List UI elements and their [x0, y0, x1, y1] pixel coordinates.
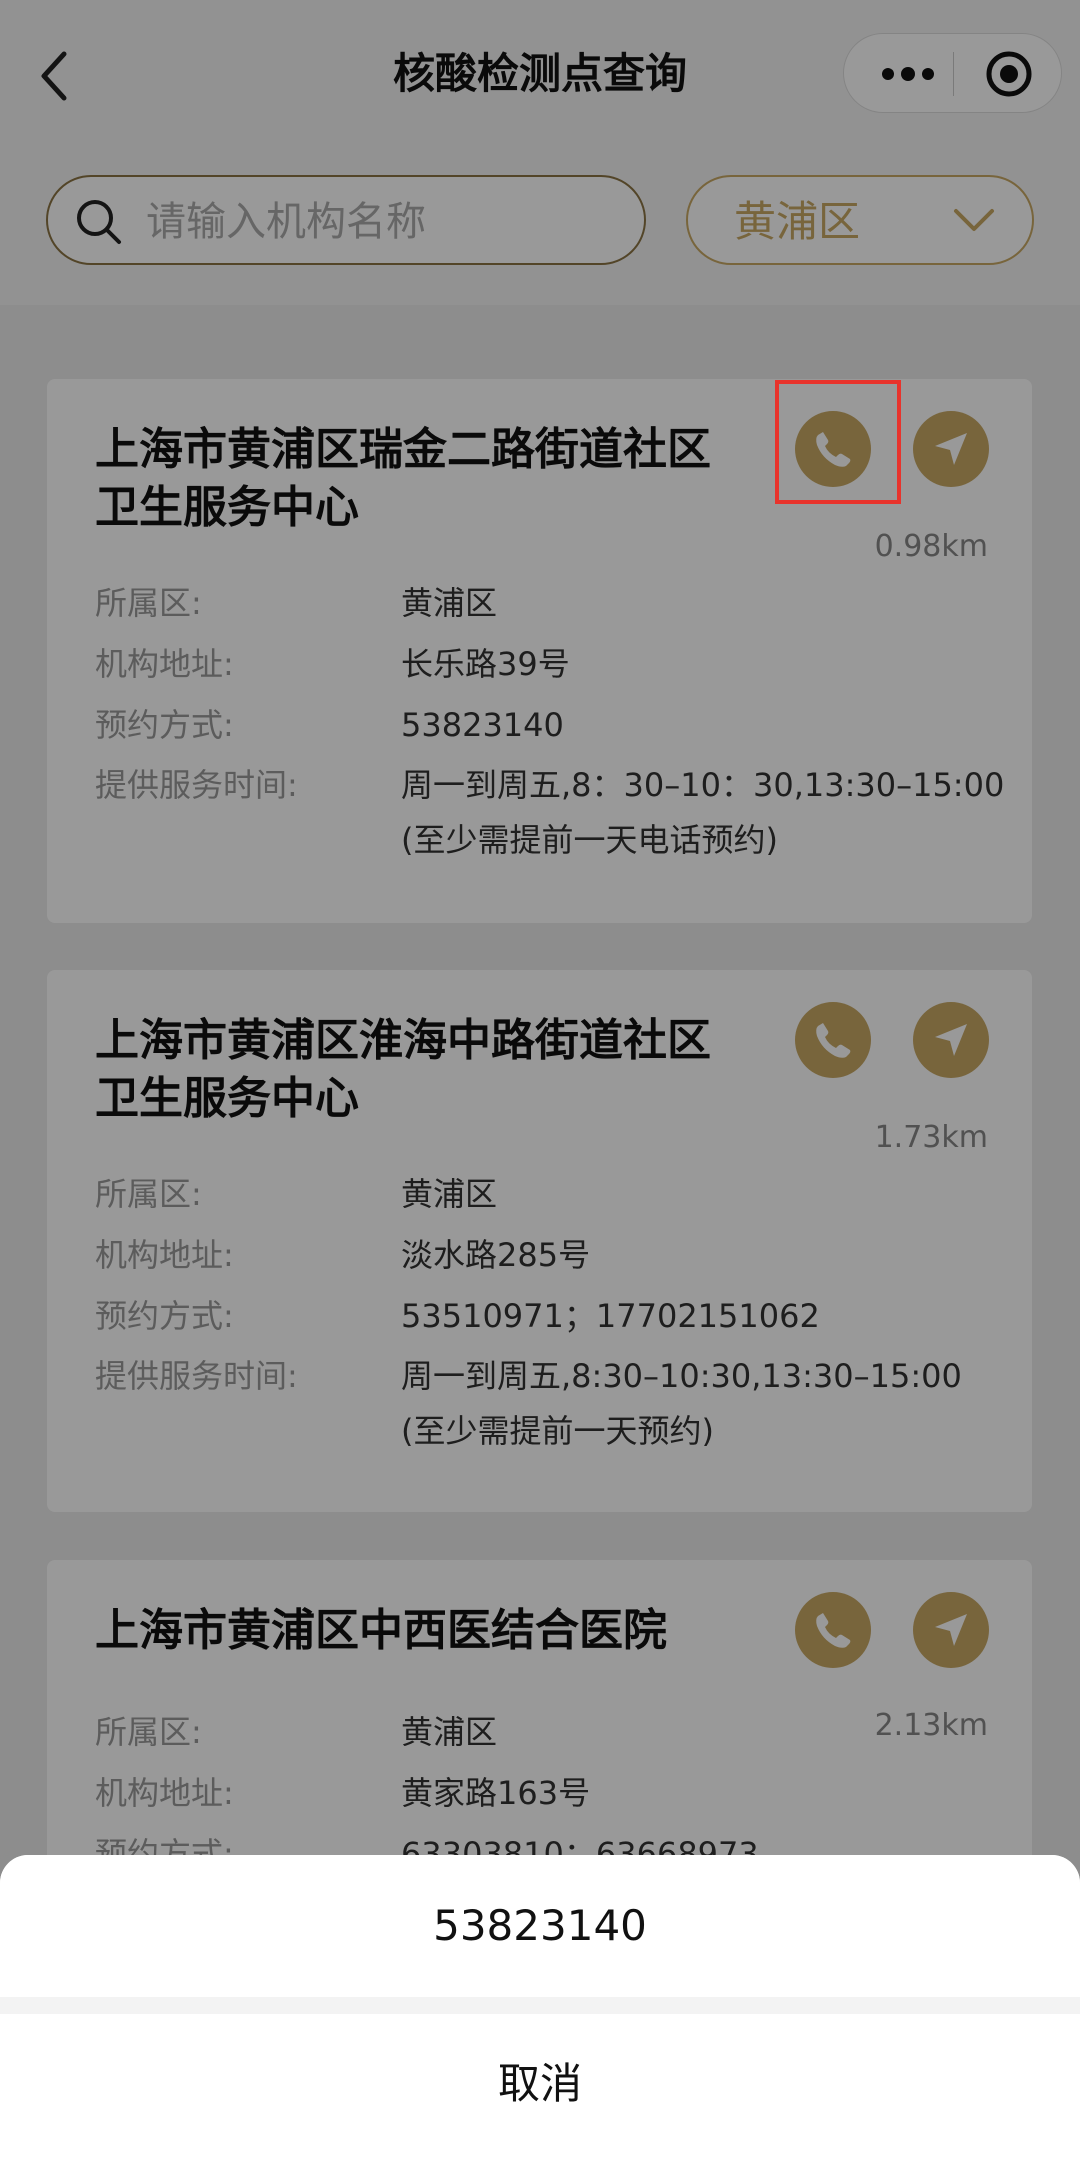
cancel-button[interactable]: 取消: [0, 2014, 1080, 2182]
highlight-box: [775, 380, 901, 504]
call-number-option[interactable]: 53823140: [0, 1855, 1080, 1997]
action-sheet: 53823140 取消: [0, 1855, 1080, 2182]
